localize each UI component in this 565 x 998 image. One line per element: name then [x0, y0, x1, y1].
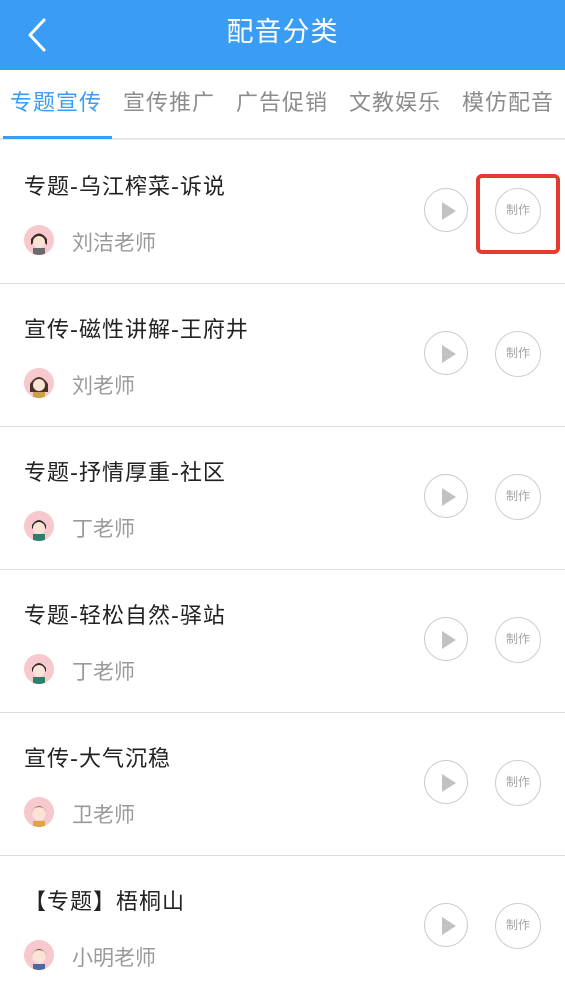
- list-item[interactable]: 【专题】梧桐山 小明老师 制作: [0, 856, 565, 998]
- play-icon: [442, 345, 456, 363]
- tab-wenjiao-yule[interactable]: 文教娱乐: [349, 70, 441, 138]
- make-button[interactable]: 制作: [495, 617, 541, 663]
- list-item[interactable]: 宣传-大气沉稳 卫老师 制作: [0, 713, 565, 856]
- item-title: 宣传-大气沉稳: [24, 747, 171, 772]
- avatar: [24, 368, 54, 398]
- item-title: 专题-轻松自然-驿站: [24, 604, 226, 629]
- active-tab-indicator: [3, 136, 112, 139]
- author-name: 小明老师: [72, 946, 156, 970]
- make-button[interactable]: 制作: [495, 760, 541, 806]
- play-icon: [442, 631, 456, 649]
- avatar: [24, 654, 54, 684]
- list-item[interactable]: 宣传-磁性讲解-王府井 刘老师 制作: [0, 284, 565, 427]
- voice-list: 专题-乌江榨菜-诉说 刘洁老师 制作 宣传-磁性讲解-王府井 刘老师 制作 专题…: [0, 141, 565, 998]
- make-button[interactable]: 制作: [495, 331, 541, 377]
- avatar: [24, 797, 54, 827]
- tab-xuanchuan-tuiguang[interactable]: 宣传推广: [123, 70, 215, 138]
- author-name: 卫老师: [72, 803, 135, 827]
- play-button[interactable]: [424, 903, 468, 947]
- list-item[interactable]: 专题-抒情厚重-社区 丁老师 制作: [0, 427, 565, 570]
- item-title: 【专题】梧桐山: [24, 890, 186, 915]
- item-title: 宣传-磁性讲解-王府井: [24, 318, 249, 343]
- list-item[interactable]: 专题-轻松自然-驿站 丁老师 制作: [0, 570, 565, 713]
- avatar: [24, 940, 54, 970]
- app-header: 配音分类: [0, 0, 565, 70]
- avatar: [24, 225, 54, 255]
- highlight-box: [476, 174, 560, 254]
- author-name: 刘洁老师: [72, 231, 156, 255]
- page-title: 配音分类: [226, 17, 339, 48]
- play-icon: [442, 488, 456, 506]
- play-button[interactable]: [424, 188, 468, 232]
- author-name: 刘老师: [72, 374, 135, 398]
- play-icon: [442, 202, 456, 220]
- make-button[interactable]: 制作: [495, 903, 541, 949]
- play-button[interactable]: [424, 617, 468, 661]
- tab-mofang-peiyin[interactable]: 模仿配音: [462, 70, 554, 138]
- author-name: 丁老师: [72, 660, 135, 684]
- play-icon: [442, 917, 456, 935]
- item-title: 专题-抒情厚重-社区: [24, 461, 226, 486]
- item-title: 专题-乌江榨菜-诉说: [24, 175, 226, 200]
- play-icon: [442, 774, 456, 792]
- make-button[interactable]: 制作: [495, 474, 541, 520]
- tab-guanggao-cuxiao[interactable]: 广告促销: [236, 70, 328, 138]
- category-tabs: 专题宣传 宣传推广 广告促销 文教娱乐 模仿配音: [0, 70, 565, 140]
- play-button[interactable]: [424, 474, 468, 518]
- avatar: [24, 511, 54, 541]
- author-name: 丁老师: [72, 517, 135, 541]
- play-button[interactable]: [424, 760, 468, 804]
- tab-zhuanti-xuanchuan[interactable]: 专题宣传: [10, 70, 102, 138]
- play-button[interactable]: [424, 331, 468, 375]
